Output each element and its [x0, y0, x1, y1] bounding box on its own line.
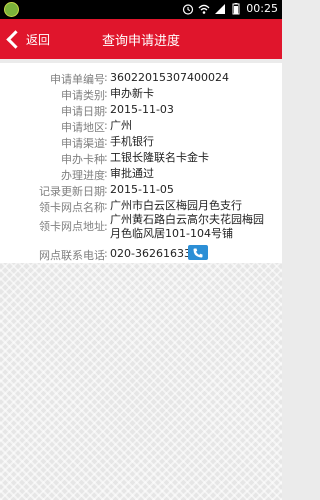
- detail-colon: :: [104, 199, 108, 212]
- app-header: 返回 查询申请进度: [0, 19, 282, 59]
- detail-value: 36022015307400024: [110, 71, 229, 84]
- wifi-icon: [198, 4, 210, 14]
- detail-label: 记录更新日期: [39, 185, 105, 198]
- detail-value: 工银长隆联名卡金卡: [110, 151, 209, 164]
- detail-label: 申请单编号: [50, 73, 105, 86]
- detail-colon: :: [104, 103, 108, 116]
- page-title: 查询申请进度: [101, 34, 180, 49]
- detail-label: 申请日期: [61, 105, 105, 118]
- detail-colon: :: [104, 183, 108, 196]
- detail-label: 申请渠道: [61, 137, 105, 150]
- detail-label: 申请地区: [61, 121, 105, 134]
- detail-value: 申办新卡: [110, 87, 154, 100]
- detail-colon: :: [104, 135, 108, 148]
- detail-colon: :: [104, 151, 108, 164]
- signal-icon: [215, 4, 226, 14]
- detail-row-branch-address: 领卡网点地址 : 广州黄石路白云高尔夫花园梅园月色临风居101-104号铺: [0, 213, 282, 245]
- status-bar: 00:25: [0, 0, 282, 19]
- status-bar-right: 00:25: [182, 2, 278, 16]
- detail-colon: :: [104, 87, 108, 100]
- detail-label: 网点联系电话: [39, 249, 105, 262]
- detail-colon: :: [104, 167, 108, 180]
- alarm-icon: [183, 4, 194, 15]
- detail-label: 办理进度: [61, 169, 105, 182]
- details-panel: 申请单编号 : 36022015307400024 申请类别 : 申办新卡 申请…: [0, 63, 282, 263]
- detail-colon: :: [104, 71, 108, 84]
- detail-value: 广州: [110, 119, 132, 132]
- detail-value: 2015-11-03: [110, 103, 174, 116]
- detail-value: 2015-11-05: [110, 183, 174, 196]
- status-bar-left: [4, 2, 19, 20]
- call-button[interactable]: [188, 245, 208, 260]
- detail-label: 申请类别: [61, 89, 105, 102]
- battery-icon: [232, 3, 240, 15]
- detail-label: 申办卡种: [61, 153, 105, 166]
- phone-icon: [193, 248, 203, 257]
- detail-colon: :: [104, 119, 108, 132]
- detail-colon: :: [104, 247, 108, 260]
- detail-value: 广州市白云区梅园月色支行: [110, 199, 242, 212]
- app-notification-icon: [4, 2, 19, 17]
- background-pattern: [0, 263, 282, 500]
- detail-label: 领卡网点地址: [39, 220, 105, 233]
- detail-value: 广州黄石路白云高尔夫花园梅园月色临风居101-104号铺: [110, 213, 264, 240]
- detail-value: 审批通过: [110, 167, 154, 180]
- status-time: 00:25: [246, 2, 278, 15]
- detail-value: 手机银行: [110, 135, 154, 148]
- detail-colon: :: [104, 220, 108, 233]
